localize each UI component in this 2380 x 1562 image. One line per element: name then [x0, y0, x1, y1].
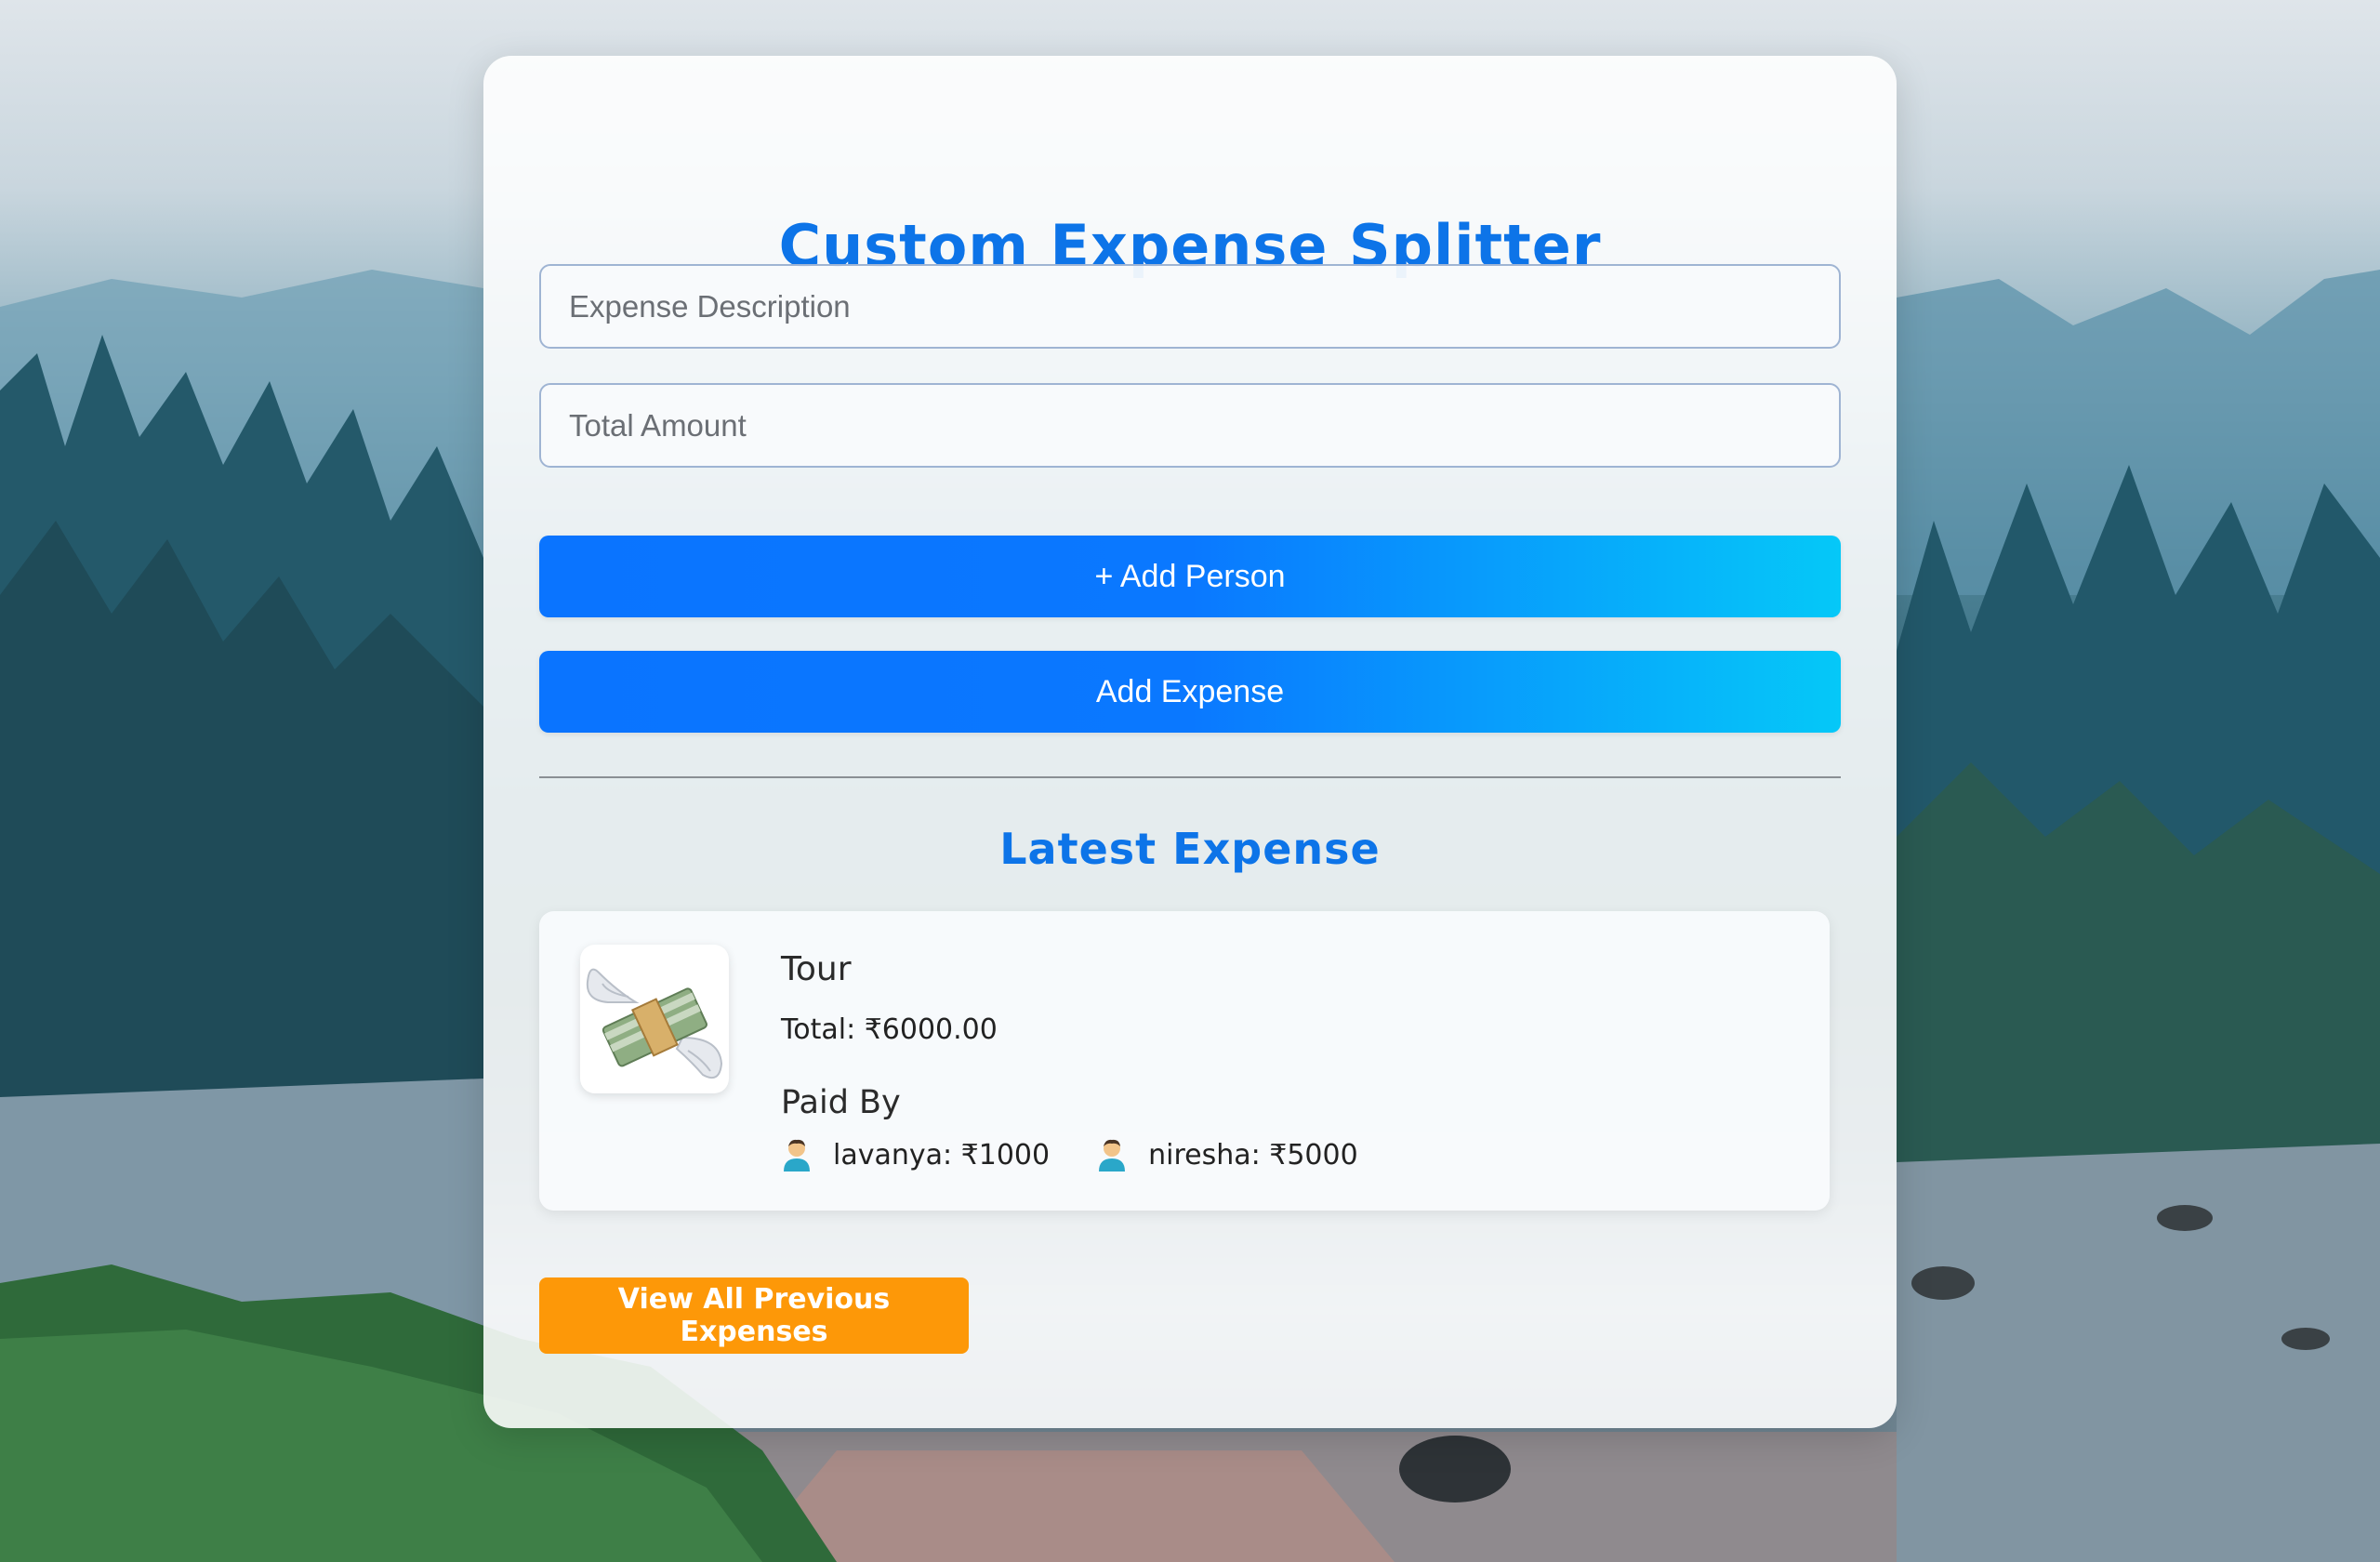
latest-expense-heading: Latest Expense: [999, 824, 1381, 874]
payer-text: niresha: ₹5000: [1148, 1138, 1358, 1172]
person-icon: [1096, 1138, 1128, 1172]
person-icon: [781, 1138, 813, 1172]
add-person-button[interactable]: + Add Person: [539, 536, 1841, 617]
paid-by-label: Paid By: [781, 1084, 901, 1121]
total-amount-input[interactable]: [539, 383, 1841, 468]
payer-list: lavanya: ₹1000 niresha: ₹5000: [781, 1138, 1358, 1172]
flying-money-icon: [580, 945, 729, 1093]
section-divider: [539, 776, 1841, 778]
payer-item: lavanya: ₹1000: [781, 1138, 1050, 1172]
expense-total: Total: ₹6000.00: [781, 1013, 998, 1046]
expense-description-input[interactable]: [539, 264, 1841, 349]
expense-name: Tour: [781, 950, 852, 988]
latest-expense-card: Tour Total: ₹6000.00 Paid By lavanya: ₹1…: [539, 911, 1830, 1211]
view-all-expenses-button[interactable]: View All Previous Expenses: [539, 1277, 969, 1354]
add-expense-button[interactable]: Add Expense: [539, 651, 1841, 733]
payer-item: niresha: ₹5000: [1096, 1138, 1358, 1172]
expense-splitter-card: Custom Expense Splitter + Add Person Add…: [483, 56, 1897, 1428]
payer-text: lavanya: ₹1000: [833, 1138, 1051, 1172]
